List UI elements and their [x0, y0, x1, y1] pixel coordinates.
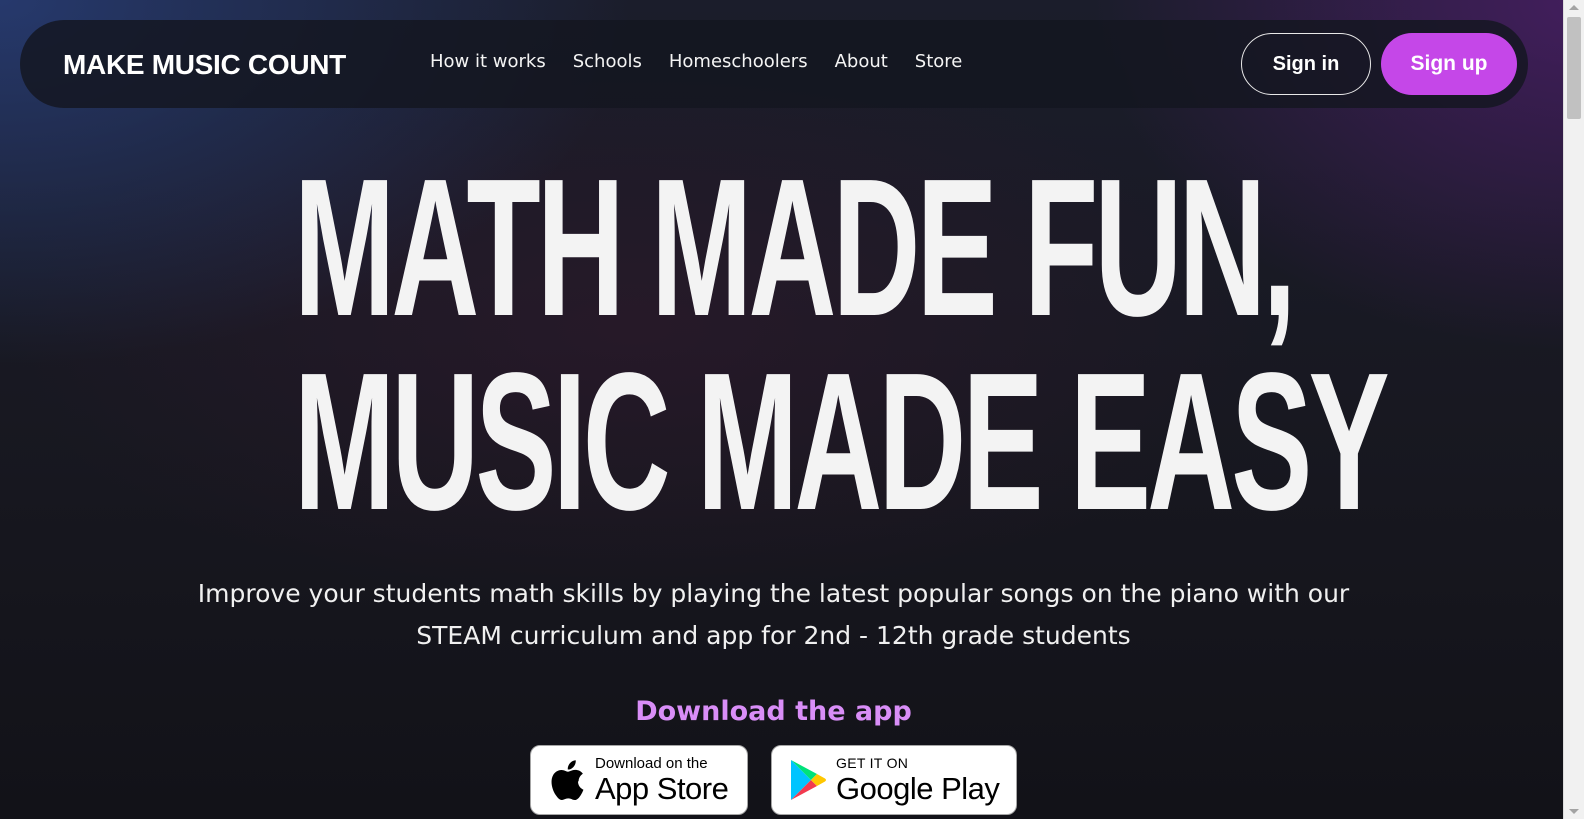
apple-icon: [547, 758, 587, 802]
vertical-scrollbar[interactable]: [1563, 0, 1584, 819]
google-play-badge[interactable]: GET IT ON Google Play: [771, 745, 1017, 815]
app-store-badge-text: Download on the App Store: [595, 754, 729, 806]
app-store-badge-big: App Store: [595, 770, 729, 806]
scroll-down-arrow-icon[interactable]: [1569, 809, 1579, 814]
top-navbar: MAKE MUSIC COUNT How it works Schools Ho…: [20, 20, 1528, 108]
download-app-label: Download the app: [635, 696, 912, 727]
hero-title-line-1: MATH MADE FUN,: [293, 138, 1296, 357]
brand-logo[interactable]: MAKE MUSIC COUNT: [63, 49, 346, 81]
google-play-icon: [788, 758, 828, 802]
nav-link-homeschoolers[interactable]: Homeschoolers: [669, 51, 808, 72]
sign-up-button[interactable]: Sign up: [1381, 33, 1517, 95]
google-play-badge-big: Google Play: [836, 770, 1000, 806]
google-play-badge-text: GET IT ON Google Play: [836, 754, 1000, 806]
app-store-badge-small: Download on the: [595, 754, 708, 772]
hero-title: MATH MADE FUN, MUSIC MADE EASY: [0, 150, 1547, 540]
nav-link-about[interactable]: About: [835, 51, 888, 72]
nav-link-schools[interactable]: Schools: [573, 51, 642, 72]
scroll-up-arrow-icon[interactable]: [1569, 5, 1579, 10]
sign-in-button[interactable]: Sign in: [1241, 33, 1371, 95]
nav-links: How it works Schools Homeschoolers About…: [430, 51, 989, 72]
nav-link-how-it-works[interactable]: How it works: [430, 51, 546, 72]
nav-link-store[interactable]: Store: [915, 51, 963, 72]
scrollbar-thumb[interactable]: [1567, 17, 1581, 119]
hero-subtitle: Improve your students math skills by pla…: [197, 579, 1350, 650]
hero-title-line-2: MUSIC MADE EASY: [293, 332, 1390, 551]
app-store-badge[interactable]: Download on the App Store: [530, 745, 748, 815]
google-play-badge-small: GET IT ON: [836, 754, 909, 771]
